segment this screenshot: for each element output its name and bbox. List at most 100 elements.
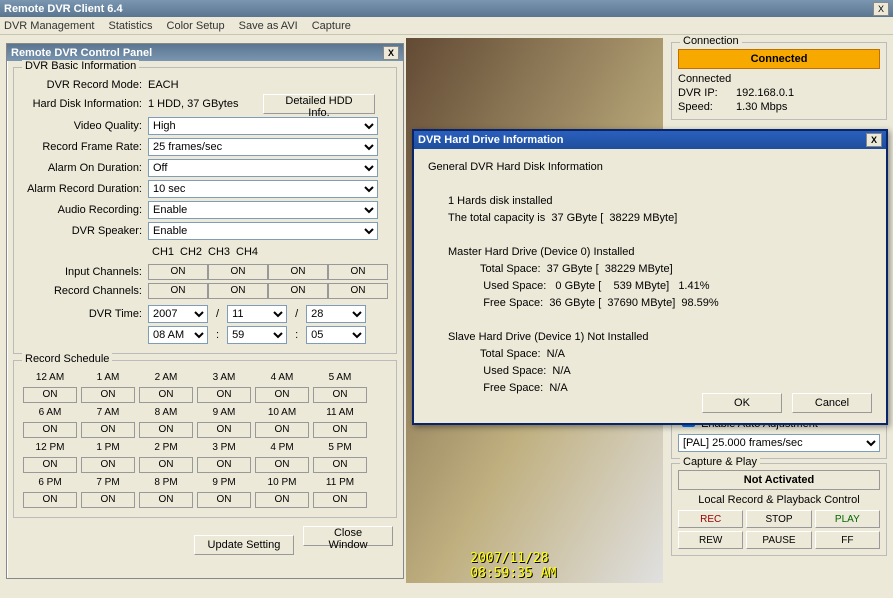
menu-statistics[interactable]: Statistics [109, 20, 153, 32]
ff-button[interactable]: FF [815, 531, 880, 549]
basic-info-legend: DVR Basic Information [22, 60, 139, 72]
second-select[interactable]: 05 [306, 326, 366, 344]
schedule-toggle[interactable]: ON [197, 387, 251, 403]
schedule-time-label: 2 PM [138, 441, 194, 454]
time-sep2: : [287, 329, 306, 341]
schedule-toggle[interactable]: ON [255, 457, 309, 473]
dvr-time-label: DVR Time: [20, 308, 148, 320]
record-mode-value: EACH [148, 79, 179, 91]
dialog-cancel-button[interactable]: Cancel [792, 393, 872, 413]
hdd-info-label: Hard Disk Information: [20, 98, 148, 110]
schedule-time-label: 9 AM [196, 406, 252, 419]
schedule-toggle[interactable]: ON [81, 457, 135, 473]
dialog-body: General DVR Hard Disk Information 1 Hard… [414, 149, 886, 407]
input-ch3-toggle[interactable]: ON [268, 264, 328, 280]
menu-color-setup[interactable]: Color Setup [167, 20, 225, 32]
schedule-toggle[interactable]: ON [81, 422, 135, 438]
schedule-toggle[interactable]: ON [255, 422, 309, 438]
play-button[interactable]: PLAY [815, 510, 880, 528]
input-channels-label: Input Channels: [20, 266, 148, 278]
stop-button[interactable]: STOP [746, 510, 811, 528]
basic-info-group: DVR Basic Information DVR Record Mode: E… [13, 67, 397, 354]
schedule-toggle[interactable]: ON [255, 387, 309, 403]
dlg-master-total: Total Space: 37 GByte [ 38229 MByte] [428, 261, 872, 278]
schedule-toggle[interactable]: ON [23, 387, 77, 403]
schedule-time-label: 5 AM [312, 371, 368, 384]
detailed-hdd-button[interactable]: Detailed HDD Info. [263, 94, 375, 114]
schedule-toggle[interactable]: ON [197, 422, 251, 438]
control-panel: Remote DVR Control Panel X DVR Basic Inf… [6, 43, 404, 579]
schedule-toggle[interactable]: ON [81, 387, 135, 403]
input-ch4-toggle[interactable]: ON [328, 264, 388, 280]
frame-rate-select[interactable]: [PAL] 25.000 frames/sec [678, 434, 880, 452]
schedule-toggle[interactable]: ON [197, 492, 251, 508]
record-ch2-toggle[interactable]: ON [208, 283, 268, 299]
dlg-master-used: Used Space: 0 GByte [ 539 MByte] 1.41% [428, 278, 872, 295]
schedule-toggle[interactable]: ON [313, 422, 367, 438]
alarm-on-duration-select[interactable]: Off [148, 159, 378, 177]
schedule-toggle[interactable]: ON [313, 492, 367, 508]
connection-legend: Connection [680, 35, 742, 47]
menu-save-as-avi[interactable]: Save as AVI [239, 20, 298, 32]
hour-select[interactable]: 08 AM [148, 326, 208, 344]
schedule-time-label: 1 PM [80, 441, 136, 454]
alarm-record-duration-select[interactable]: 10 sec [148, 180, 378, 198]
schedule-toggle[interactable]: ON [23, 422, 77, 438]
rew-button[interactable]: REW [678, 531, 743, 549]
schedule-table: 12 AM1 AM2 AM3 AM4 AM5 AMONONONONONON6 A… [20, 369, 370, 511]
schedule-time-label: 11 PM [312, 476, 368, 489]
schedule-toggle[interactable]: ON [81, 492, 135, 508]
video-quality-select[interactable]: High [148, 117, 378, 135]
dialog-ok-button[interactable]: OK [702, 393, 782, 413]
month-select[interactable]: 11 [227, 305, 287, 323]
dialog-close-icon[interactable]: X [866, 133, 882, 147]
record-mode-label: DVR Record Mode: [20, 79, 148, 91]
rec-button[interactable]: REC [678, 510, 743, 528]
minute-select[interactable]: 59 [227, 326, 287, 344]
hdd-info-dialog: DVR Hard Drive Information X General DVR… [412, 129, 888, 425]
schedule-toggle[interactable]: ON [197, 457, 251, 473]
schedule-toggle[interactable]: ON [139, 387, 193, 403]
schedule-time-label: 5 PM [312, 441, 368, 454]
record-ch4-toggle[interactable]: ON [328, 283, 388, 299]
schedule-toggle[interactable]: ON [313, 457, 367, 473]
record-frame-rate-select[interactable]: 25 frames/sec [148, 138, 378, 156]
record-schedule-group: Record Schedule 12 AM1 AM2 AM3 AM4 AM5 A… [13, 360, 397, 518]
input-ch1-toggle[interactable]: ON [148, 264, 208, 280]
connection-group: Connection Connected Connected DVR IP:19… [671, 42, 887, 120]
year-select[interactable]: 2007 [148, 305, 208, 323]
schedule-toggle[interactable]: ON [139, 457, 193, 473]
dlg-master-free: Free Space: 36 GByte [ 37690 MByte] 98.5… [428, 295, 872, 312]
schedule-toggle[interactable]: ON [139, 422, 193, 438]
audio-recording-select[interactable]: Enable [148, 201, 378, 219]
ch4-header: CH4 [234, 245, 260, 259]
schedule-time-label: 7 AM [80, 406, 136, 419]
close-window-button[interactable]: Close Window [303, 526, 393, 546]
menu-capture[interactable]: Capture [312, 20, 351, 32]
menu-dvr-management[interactable]: DVR Management [4, 20, 95, 32]
dlg-slave-used: Used Space: N/A [428, 363, 872, 380]
schedule-toggle[interactable]: ON [23, 492, 77, 508]
schedule-time-label: 9 PM [196, 476, 252, 489]
schedule-toggle[interactable]: ON [23, 457, 77, 473]
connection-status-bar: Connected [678, 49, 880, 69]
schedule-toggle[interactable]: ON [139, 492, 193, 508]
update-setting-button[interactable]: Update Setting [194, 535, 294, 555]
input-ch2-toggle[interactable]: ON [208, 264, 268, 280]
dlg-master-head: Master Hard Drive (Device 0) Installed [428, 244, 872, 261]
record-ch1-toggle[interactable]: ON [148, 283, 208, 299]
schedule-time-label: 12 PM [22, 441, 78, 454]
dvr-ip-value: 192.168.0.1 [736, 87, 794, 99]
record-ch3-toggle[interactable]: ON [268, 283, 328, 299]
dvr-speaker-select[interactable]: Enable [148, 222, 378, 240]
dialog-titlebar: DVR Hard Drive Information X [414, 131, 886, 149]
schedule-toggle[interactable]: ON [313, 387, 367, 403]
pause-button[interactable]: PAUSE [746, 531, 811, 549]
control-panel-close-icon[interactable]: X [383, 46, 399, 60]
main-close-icon[interactable]: X [873, 2, 889, 16]
schedule-toggle[interactable]: ON [255, 492, 309, 508]
speed-value: 1.30 Mbps [736, 101, 787, 113]
day-select[interactable]: 28 [306, 305, 366, 323]
schedule-time-label: 3 PM [196, 441, 252, 454]
alarm-on-duration-label: Alarm On Duration: [20, 162, 148, 174]
